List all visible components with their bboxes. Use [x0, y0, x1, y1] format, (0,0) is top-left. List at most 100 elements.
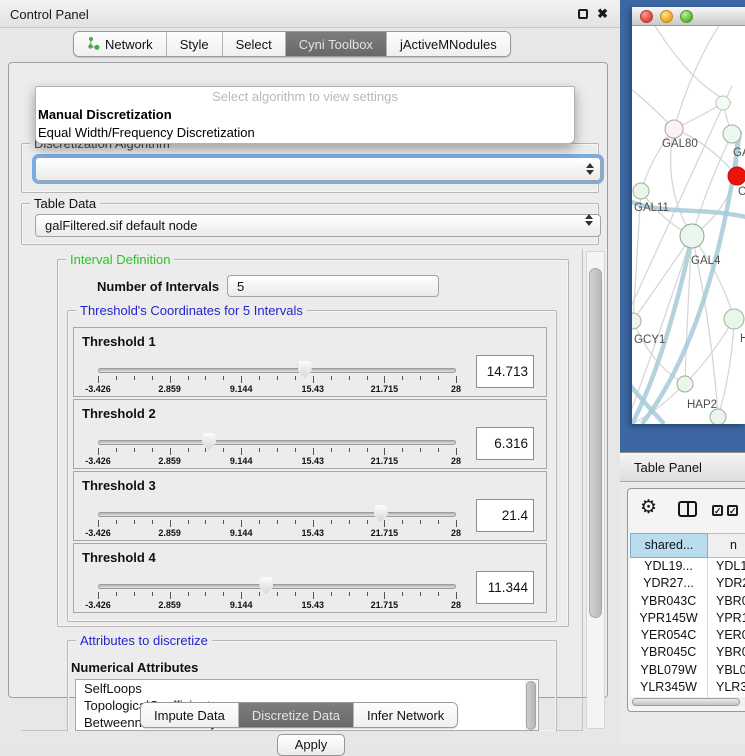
cell-name[interactable]: YDL1: [708, 558, 745, 575]
network-node[interactable]: [710, 409, 726, 424]
table-row[interactable]: YDL19...YDL1: [630, 558, 745, 575]
table-row[interactable]: YBL079WYBL0: [630, 662, 745, 679]
node-label: GAL4: [691, 255, 721, 267]
number-of-intervals-combobox[interactable]: 5: [227, 275, 439, 297]
algorithm-combobox[interactable]: [35, 157, 601, 181]
tab-jactivemnodules[interactable]: jActiveMNodules: [387, 32, 510, 56]
table-panel-header: Table Panel: [620, 452, 745, 482]
cell-shared-name[interactable]: YDR27...: [630, 575, 708, 592]
split-columns-icon[interactable]: [678, 501, 697, 517]
gear-icon[interactable]: ⚙: [640, 496, 657, 519]
threshold-value-field[interactable]: 14.713: [476, 355, 534, 388]
group-label-table-data: Table Data: [30, 196, 100, 211]
slider-track[interactable]: [98, 368, 456, 373]
node-label: GAL11: [634, 202, 669, 214]
tab-impute-data[interactable]: Impute Data: [141, 703, 239, 727]
network-node-ga[interactable]: [723, 125, 741, 143]
zoom-traffic-light-icon[interactable]: [680, 10, 693, 23]
cell-shared-name[interactable]: YBL079W: [630, 662, 708, 679]
horizontal-scrollbar-thumb[interactable]: [632, 698, 740, 706]
vertical-scrollbar[interactable]: [586, 251, 605, 729]
cell-name[interactable]: YBR0: [708, 593, 745, 610]
threshold-value-field[interactable]: 11.344: [476, 571, 534, 604]
threshold-label: Threshold 1: [82, 334, 156, 349]
tab-infer-network[interactable]: Infer Network: [354, 703, 457, 727]
table-row[interactable]: YER054CYER0: [630, 627, 745, 644]
network-window-titlebar[interactable]: [632, 7, 745, 26]
table-row[interactable]: YBR045CYBR0: [630, 644, 745, 661]
cell-name[interactable]: YBR0: [708, 644, 745, 661]
close-icon[interactable]: ✖: [597, 6, 608, 22]
attributes-scrollbar[interactable]: [525, 681, 537, 730]
axis-tick-label: 15.43: [302, 456, 325, 466]
axis-tick-label: 9.144: [230, 600, 253, 610]
float-window-icon[interactable]: [578, 9, 588, 19]
checkbox-icon[interactable]: ✓: [712, 505, 723, 516]
axis-tick-label: 2.859: [158, 456, 181, 466]
table-data-combobox[interactable]: galFiltered.sif default node: [35, 214, 601, 237]
popup-item-equal-width[interactable]: Equal Width/Frequency Discretization: [36, 124, 574, 142]
column-header-shared-name[interactable]: shared...: [630, 533, 708, 558]
tab-style[interactable]: Style: [167, 32, 223, 56]
tab-discretize-data[interactable]: Discretize Data: [239, 703, 354, 727]
network-node-h[interactable]: [724, 309, 744, 329]
network-node-gal80[interactable]: [665, 120, 683, 138]
table-row[interactable]: YLR345WYLR3: [630, 679, 745, 696]
node-label: C: [738, 186, 745, 198]
cell-shared-name[interactable]: YBR043C: [630, 593, 708, 610]
network-node-gal11[interactable]: [633, 183, 649, 199]
checkbox-icon[interactable]: ✓: [727, 505, 738, 516]
threshold-value-field[interactable]: 21.4: [476, 499, 534, 532]
node-label: HAP2: [687, 399, 717, 411]
cell-shared-name[interactable]: YPR145W: [630, 610, 708, 627]
network-edge: [718, 319, 734, 417]
slider-track[interactable]: [98, 512, 456, 517]
table-row[interactable]: YDR27...YDR2: [630, 575, 745, 592]
network-node-hap2[interactable]: [677, 376, 693, 392]
tab-label: Cyni Toolbox: [299, 37, 373, 52]
cell-shared-name[interactable]: YBR045C: [630, 644, 708, 661]
table-row[interactable]: YBR043CYBR0: [630, 593, 745, 610]
threshold-panel-2: Threshold 2-3.4262.8599.14415.4321.71528…: [73, 399, 547, 469]
tab-select[interactable]: Select: [223, 32, 286, 56]
tab-cyni-toolbox[interactable]: Cyni Toolbox: [286, 32, 387, 56]
network-canvas[interactable]: GAL80GACGAL11GAL4GCY1HHAP2: [632, 26, 745, 424]
tab-label: Infer Network: [367, 708, 444, 723]
close-traffic-light-icon[interactable]: [640, 10, 653, 23]
network-window: GAL80GACGAL11GAL4GCY1HHAP2: [632, 7, 745, 424]
tab-network[interactable]: Network: [74, 32, 167, 56]
network-icon: [87, 36, 100, 53]
vertical-scrollbar-thumb[interactable]: [589, 268, 602, 618]
cell-shared-name[interactable]: YLR345W: [630, 679, 708, 696]
minimize-traffic-light-icon[interactable]: [660, 10, 673, 23]
axis-tick-label: 15.43: [302, 600, 325, 610]
network-node-gcy1[interactable]: [632, 313, 641, 329]
cell-shared-name[interactable]: YDL19...: [630, 558, 708, 575]
cell-name[interactable]: YLR3: [708, 679, 745, 696]
network-node[interactable]: [716, 96, 730, 110]
algorithm-dropdown-popup: Select algorithm to view settings Manual…: [35, 86, 575, 144]
cell-name[interactable]: YER0: [708, 627, 745, 644]
tab-label: jActiveMNodules: [400, 37, 497, 52]
network-node-c[interactable]: [728, 167, 745, 185]
slider-track[interactable]: [98, 584, 456, 589]
cell-name[interactable]: YBL0: [708, 662, 745, 679]
top-tab-bar: NetworkStyleSelect Cyni Toolbox jActiveMNo…: [73, 31, 511, 57]
attributes-scrollbar-thumb[interactable]: [526, 681, 536, 730]
slider-track[interactable]: [98, 440, 456, 445]
threshold-value-field[interactable]: 6.316: [476, 427, 534, 460]
popup-placeholder-item[interactable]: Select algorithm to view settings: [36, 87, 574, 106]
network-edge: [652, 26, 732, 103]
cell-name[interactable]: YPR1: [708, 610, 745, 627]
attribute-item[interactable]: SelfLoops: [76, 680, 538, 697]
table-row[interactable]: YPR145WYPR1: [630, 610, 745, 627]
cell-shared-name[interactable]: YER054C: [630, 627, 708, 644]
axis-tick-label: -3.426: [85, 528, 111, 538]
apply-button[interactable]: Apply: [277, 734, 345, 756]
cell-name[interactable]: YDR2: [708, 575, 745, 592]
group-label-interval-definition: Interval Definition: [66, 252, 174, 267]
horizontal-scrollbar[interactable]: [630, 697, 745, 707]
network-node-gal4[interactable]: [680, 224, 704, 248]
popup-item-manual-discretization[interactable]: Manual Discretization: [36, 106, 574, 124]
column-header-name[interactable]: n: [708, 533, 745, 558]
